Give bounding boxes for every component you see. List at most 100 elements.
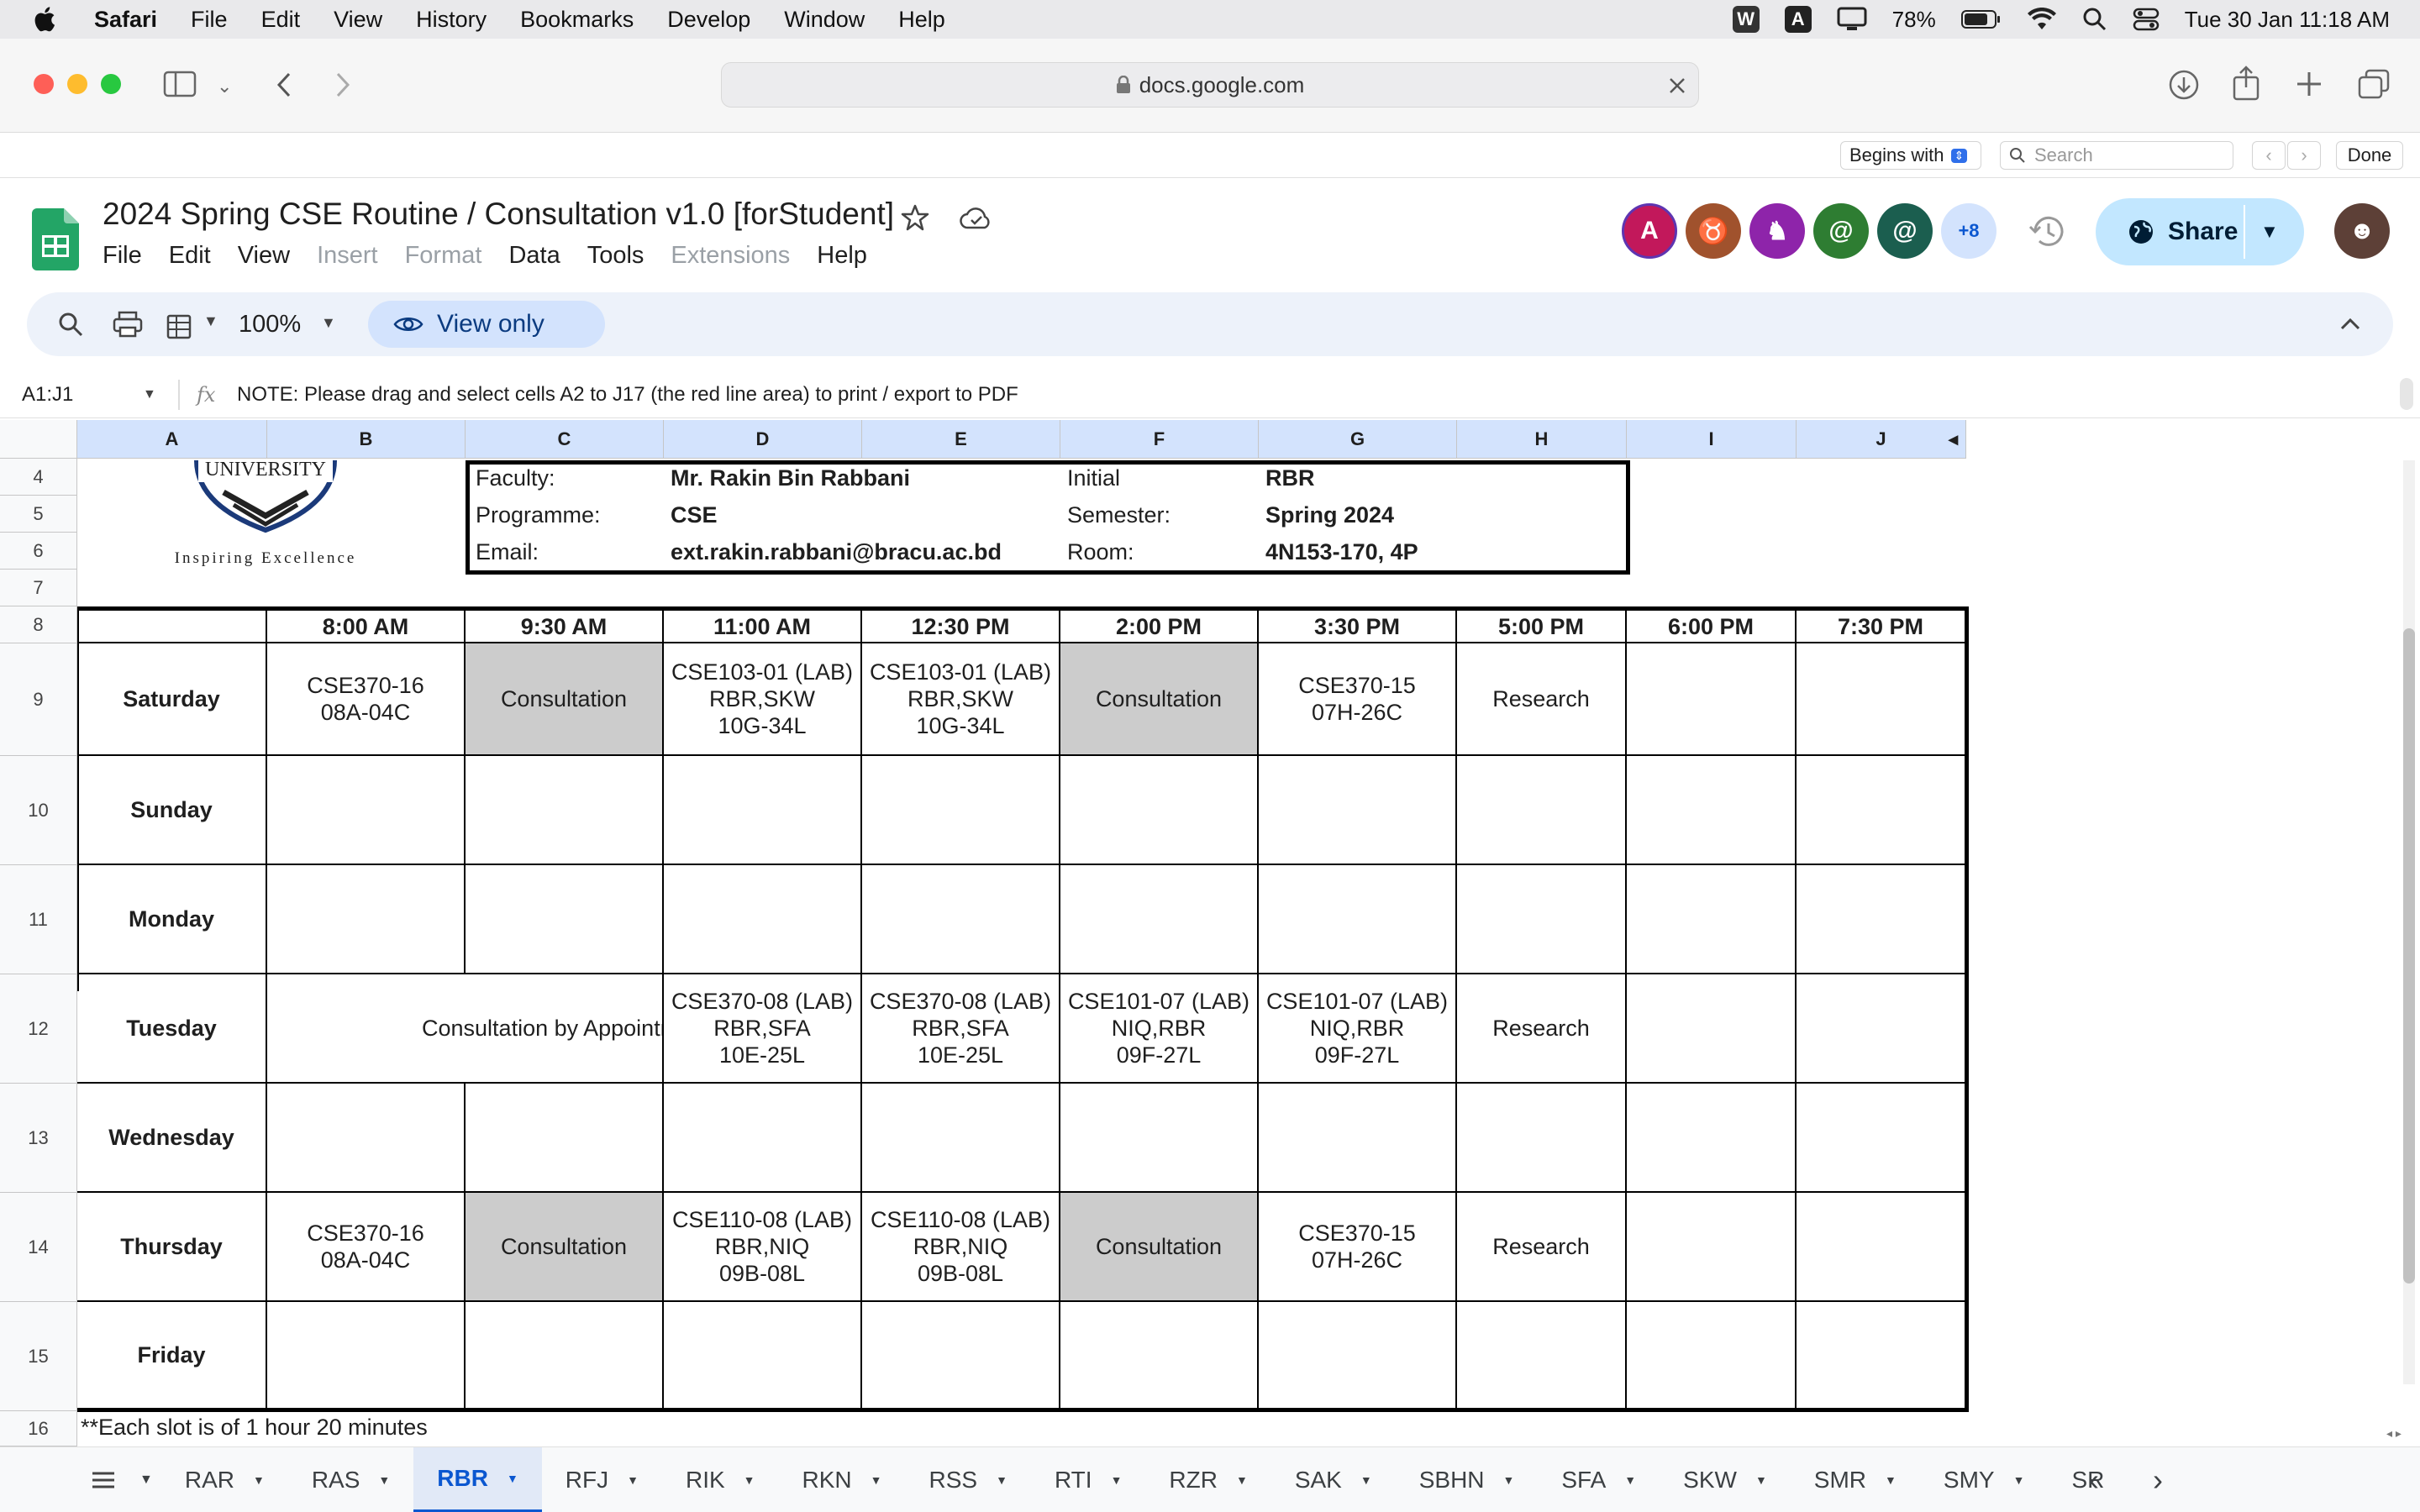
zoom-select[interactable]: 100%: [239, 311, 301, 339]
row-header[interactable]: 7: [0, 570, 77, 606]
sheet-tab[interactable]: RAR ▼: [161, 1447, 288, 1512]
day-label[interactable]: Wednesday: [77, 1084, 267, 1193]
schedule-slot-cell[interactable]: [664, 756, 862, 865]
name-box-dropdown-icon[interactable]: ▼: [143, 387, 156, 402]
display-icon[interactable]: [1837, 7, 1867, 32]
row-header[interactable]: 6: [0, 533, 77, 570]
schedule-slot-cell[interactable]: [1797, 1302, 1966, 1410]
sheet-tab[interactable]: SMR ▼: [1791, 1447, 1920, 1512]
sheet-tab[interactable]: SAK ▼: [1271, 1447, 1396, 1512]
schedule-slot-cell[interactable]: [1060, 1302, 1259, 1410]
account-avatar[interactable]: ☻: [2334, 203, 2390, 259]
docs-menu-format[interactable]: Format: [405, 242, 482, 270]
schedule-slot-cell[interactable]: [1259, 865, 1457, 974]
menubar-clock[interactable]: Tue 30 Jan 11:18 AM: [2185, 7, 2390, 33]
sidebar-toggle-icon[interactable]: [163, 71, 197, 97]
sheet-tab-menu-icon[interactable]: ▼: [1624, 1473, 1636, 1487]
document-title[interactable]: 2024 Spring CSE Routine / Consultation v…: [103, 197, 894, 232]
formula-expand-handle[interactable]: [2400, 378, 2413, 410]
star-icon[interactable]: [901, 203, 929, 232]
address-bar[interactable]: docs.google.com: [721, 62, 1699, 108]
row-header[interactable]: 12: [0, 974, 77, 1084]
consultation-cell[interactable]: Consultation: [466, 1193, 664, 1302]
schedule-slot-cell[interactable]: CSE110-08 (LAB) RBR,NIQ 09B-08L: [862, 1193, 1060, 1302]
find-previous-button[interactable]: ‹: [2252, 141, 2286, 170]
row-header[interactable]: 8: [0, 606, 77, 643]
find-next-button[interactable]: ›: [2287, 141, 2321, 170]
scroll-thumb[interactable]: [2403, 628, 2415, 1284]
row-header[interactable]: 10: [0, 756, 77, 865]
docs-menu-help[interactable]: Help: [817, 242, 867, 270]
format-dropdown-icon[interactable]: ▼: [203, 312, 218, 330]
schedule-slot-cell[interactable]: [1457, 756, 1627, 865]
schedule-slot-cell[interactable]: [466, 865, 664, 974]
schedule-slot-cell[interactable]: [1060, 756, 1259, 865]
row-header[interactable]: 16: [0, 1411, 77, 1446]
all-sheets-menu-icon[interactable]: [91, 1470, 116, 1490]
schedule-slot-cell[interactable]: CSE110-08 (LAB) RBR,NIQ 09B-08L: [664, 1193, 862, 1302]
search-menus-icon[interactable]: [57, 311, 84, 338]
close-window-button[interactable]: [34, 74, 54, 94]
sheet-tab[interactable]: SFA ▼: [1538, 1447, 1660, 1512]
column-header[interactable]: F: [1060, 420, 1259, 459]
tabs-scroll-right-icon[interactable]: ›: [2153, 1462, 2163, 1498]
row-header[interactable]: 5: [0, 496, 77, 533]
schedule-slot-cell[interactable]: [1627, 974, 1797, 1084]
merged-consultation-cell[interactable]: Consultation by Appointment: [267, 974, 664, 1084]
time-slot-header[interactable]: 8:00 AM: [267, 611, 466, 643]
more-collaborators-badge[interactable]: +8: [1941, 203, 1996, 259]
schedule-slot-cell[interactable]: [862, 1302, 1060, 1410]
sheet-tab-menu-icon[interactable]: ▼: [507, 1472, 518, 1485]
sheet-tab[interactable]: RFJ ▼: [542, 1447, 662, 1512]
schedule-slot-cell[interactable]: [1627, 756, 1797, 865]
time-slot-header[interactable]: 11:00 AM: [664, 611, 862, 643]
collaborator-avatar[interactable]: A: [1622, 203, 1677, 259]
time-slot-header[interactable]: 6:00 PM: [1627, 611, 1797, 643]
schedule-slot-cell[interactable]: Research: [1457, 1193, 1627, 1302]
sheet-tab[interactable]: SBHN ▼: [1396, 1447, 1539, 1512]
docs-menu-data[interactable]: Data: [508, 242, 560, 270]
schedule-slot-cell[interactable]: CSE101-07 (LAB) NIQ,RBR 09F-27L: [1060, 974, 1259, 1084]
forward-icon[interactable]: [333, 71, 353, 99]
docs-menu-insert[interactable]: Insert: [317, 242, 378, 270]
schedule-slot-cell[interactable]: CSE370-15 07H-26C: [1259, 643, 1457, 756]
column-header[interactable]: H: [1457, 420, 1627, 459]
sheet-tab-menu-icon[interactable]: ▼: [871, 1473, 882, 1487]
time-slot-header[interactable]: 12:30 PM: [862, 611, 1060, 643]
find-done-button[interactable]: Done: [2336, 141, 2403, 170]
column-header[interactable]: C: [466, 420, 664, 459]
menu-help[interactable]: Help: [881, 7, 962, 33]
column-header[interactable]: A: [77, 420, 267, 459]
day-label[interactable]: Tuesday: [77, 974, 267, 1084]
name-box[interactable]: A1:J1: [22, 383, 73, 407]
schedule-slot-cell[interactable]: [862, 1084, 1060, 1193]
collaborator-avatar-swirl[interactable]: @: [1813, 203, 1869, 259]
schedule-slot-cell[interactable]: [1060, 865, 1259, 974]
share-page-icon[interactable]: [2232, 66, 2260, 101]
column-header[interactable]: G: [1259, 420, 1457, 459]
schedule-slot-cell[interactable]: [664, 865, 862, 974]
schedule-slot-cell[interactable]: [1627, 865, 1797, 974]
sheet-tab-menu-icon[interactable]: ▼: [378, 1473, 390, 1487]
sheet-tab[interactable]: RBR ▼: [413, 1446, 542, 1512]
row-header[interactable]: 11: [0, 865, 77, 974]
schedule-slot-cell[interactable]: [1259, 1302, 1457, 1410]
schedule-slot-cell[interactable]: [1797, 1193, 1966, 1302]
schedule-slot-cell[interactable]: CSE370-15 07H-26C: [1259, 1193, 1457, 1302]
day-label[interactable]: Saturday: [77, 643, 267, 756]
scroll-left-icon[interactable]: ◂: [2386, 1426, 2392, 1440]
schedule-slot-cell[interactable]: CSE103-01 (LAB) RBR,SKW 10G-34L: [664, 643, 862, 756]
collaborator-avatar-bull[interactable]: ♉: [1686, 203, 1741, 259]
time-slot-header[interactable]: 2:00 PM: [1060, 611, 1259, 643]
export-format-icon[interactable]: [166, 311, 197, 339]
print-icon[interactable]: [113, 311, 143, 338]
column-header[interactable]: B: [267, 420, 466, 459]
consultation-cell[interactable]: Consultation: [1060, 643, 1259, 756]
sheet-tab[interactable]: RIK ▼: [662, 1447, 779, 1512]
schedule-slot-cell[interactable]: Research: [1457, 643, 1627, 756]
menu-bookmarks[interactable]: Bookmarks: [503, 7, 650, 33]
schedule-slot-cell[interactable]: [267, 1302, 466, 1410]
schedule-slot-cell[interactable]: [1627, 1193, 1797, 1302]
row-header[interactable]: 13: [0, 1084, 77, 1193]
schedule-slot-cell[interactable]: [1797, 756, 1966, 865]
